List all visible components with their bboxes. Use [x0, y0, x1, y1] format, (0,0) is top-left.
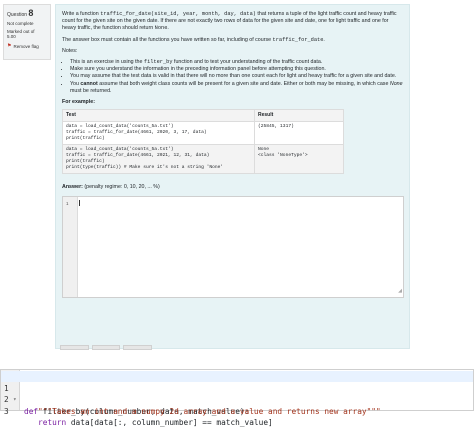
question-number-value: 8 — [28, 8, 34, 18]
editor-line-number: 1 — [66, 200, 69, 206]
code-line[interactable]: 3 return data[data[:, column_number] == … — [1, 394, 273, 428]
flag-icon: ⚑ — [7, 43, 12, 49]
marks-value: 5.00 — [7, 34, 16, 39]
table-row: data = load_count_data('counts_5a.txt') … — [62, 121, 344, 146]
example-result-cell: None <class 'NoneType'> — [254, 144, 344, 175]
editor-gutter — [63, 196, 78, 297]
penalty-regime: (penalty regime: 0, 10, 20, ... %) — [84, 184, 160, 191]
answer-editor[interactable]: 1 ◢ — [62, 195, 404, 298]
resize-grip-icon[interactable]: ◢ — [398, 288, 402, 295]
notes-list: This is an exercise in using the filter_… — [62, 59, 403, 95]
example-test-cell: data = load_count_data('counts_5a.txt') … — [62, 144, 255, 175]
scrollbar-segment[interactable] — [123, 345, 153, 350]
prompt-paragraph-2: The answer box must contain all the func… — [62, 36, 325, 43]
note-item: Make sure you understand the information… — [70, 66, 403, 73]
for-example-heading: For example: — [62, 99, 95, 106]
code-snippet-editor[interactable]: 1 ▾ def filter_by(column_number, data, m… — [0, 369, 474, 428]
code-line[interactable]: 1 ▾ def filter_by(column_number, data, m… — [1, 371, 473, 416]
text-cursor — [79, 199, 80, 206]
keyword: return — [38, 418, 71, 427]
code-text: data[data[:, column_number] == match_val… — [70, 418, 273, 427]
table-row: data = load_count_data('counts_5a.txt') … — [62, 144, 344, 175]
question-marks: Marked out of 5.00 — [7, 29, 47, 39]
header-result: Result — [254, 109, 344, 123]
remove-flag-label: Remove flag — [13, 43, 39, 49]
note-item: You may assume that the test data is val… — [70, 73, 403, 80]
function-signature: traffic_for_date(site_id, year, month, d… — [100, 11, 256, 17]
question-status: Not complete — [7, 21, 34, 26]
header-test: Test — [62, 109, 255, 123]
docstring-text: """Takes an int and a numpy 2d array and… — [38, 406, 381, 416]
answer-label: Answer: — [62, 184, 83, 191]
question-text-panel: Write a function traffic_for_date(site_i… — [55, 4, 410, 349]
question-info-panel: Question 8 Not complete Marked out of 5.… — [3, 4, 51, 60]
editor-scrollbars[interactable] — [60, 345, 153, 350]
scrollbar-segment[interactable] — [60, 345, 89, 350]
prompt-paragraph-1: Write a function traffic_for_date(site_i… — [62, 11, 397, 32]
example-result-cell: (25845, 1317) — [254, 121, 344, 146]
line-number: 3 — [4, 406, 9, 416]
question-label: Question — [7, 12, 28, 18]
scrollbar-segment[interactable] — [91, 345, 121, 350]
question-number: Question 8 — [7, 8, 47, 18]
example-test-cell: data = load_count_data('counts_5a.txt') … — [62, 121, 255, 146]
notes-heading: Notes: — [62, 47, 78, 54]
note-item: You cannot assume that both weight class… — [70, 81, 403, 95]
examples-table: Test Result data = load_count_data('coun… — [62, 109, 344, 175]
code-line[interactable]: 2 """Takes an int and a numpy 2d array a… — [1, 383, 381, 416]
remove-flag-link[interactable]: ⚑ Remove flag — [7, 43, 47, 49]
note-item: This is an exercise in using the filter_… — [70, 59, 403, 66]
answer-label-row: Answer: (penalty regime: 0, 10, 20, ... … — [62, 184, 403, 191]
